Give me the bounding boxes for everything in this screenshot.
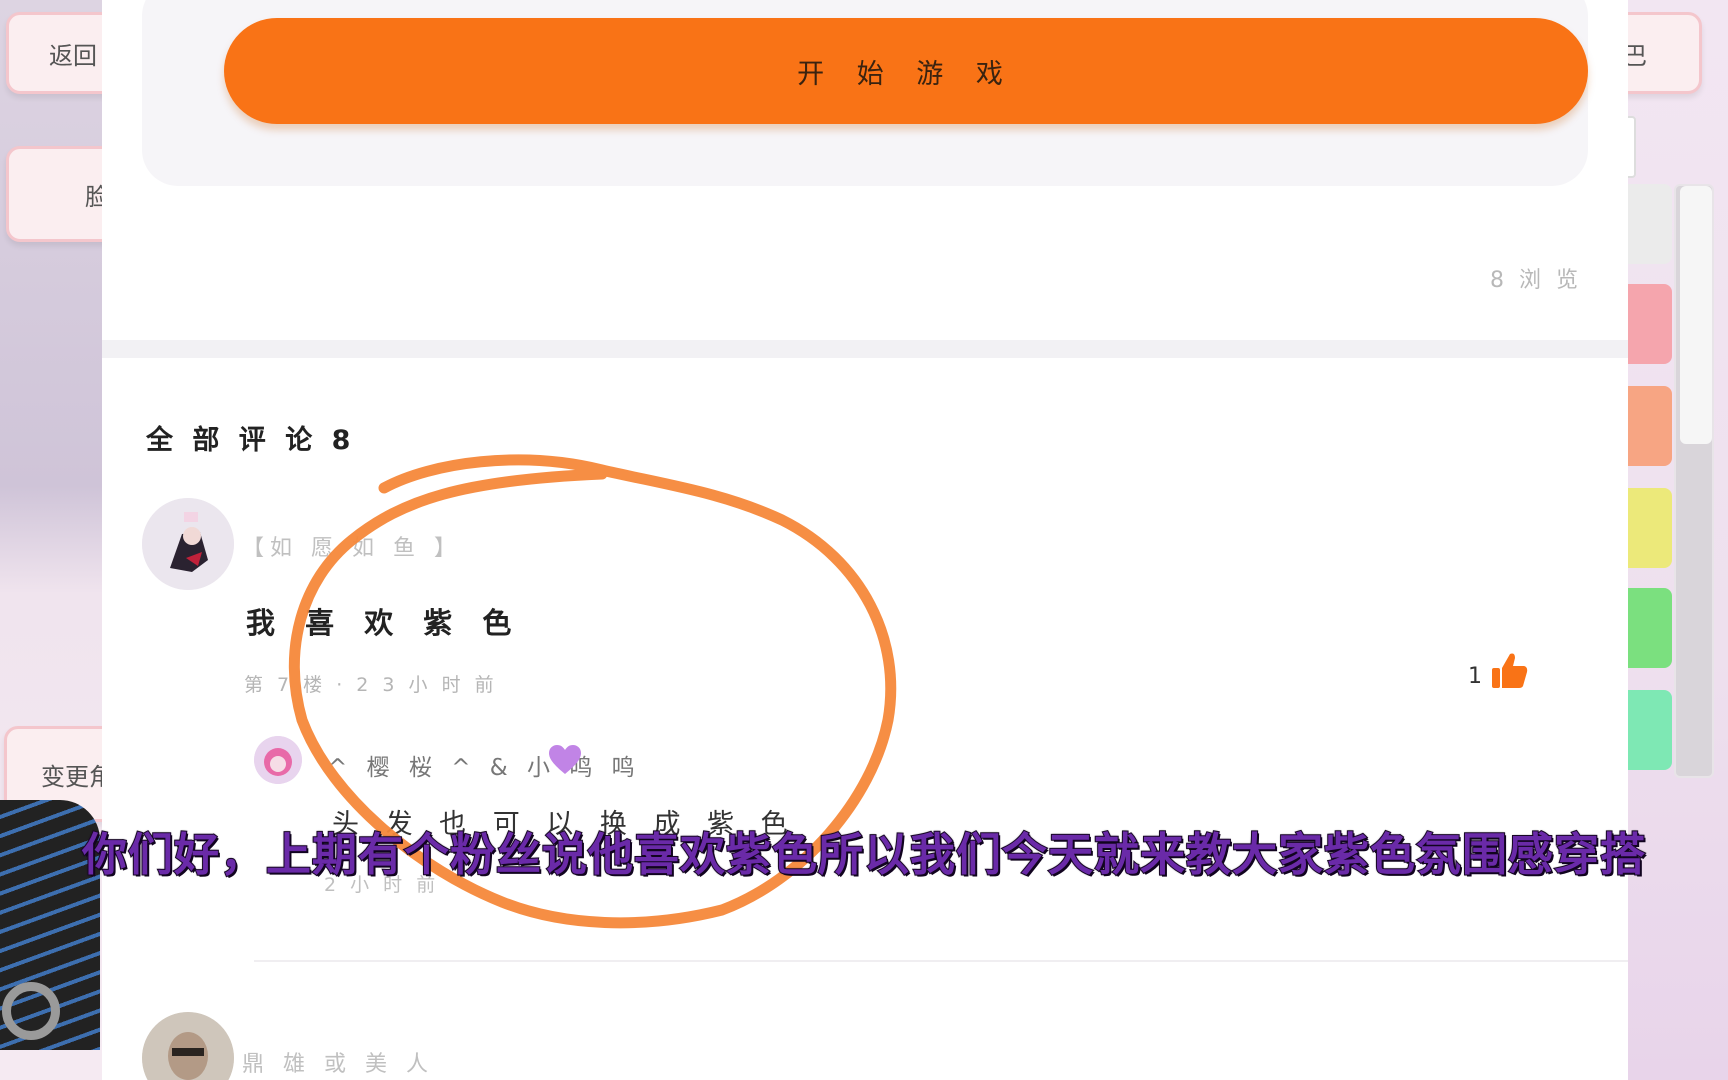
comment-username[interactable]: 【如 愿 如 鱼 】: [242, 530, 462, 562]
reply-avatar[interactable]: [254, 736, 302, 784]
comment-text: 我 喜 欢 紫 色: [246, 606, 522, 640]
comments-header: 全 部 评 论 8: [146, 425, 356, 456]
avatar[interactable]: [142, 1012, 234, 1080]
reply-avatar-icon: [254, 736, 302, 784]
section-divider: [102, 340, 1628, 358]
like-count: 1: [1468, 664, 1482, 689]
video-subtitle: 你们好，上期有个粉丝说他喜欢紫色所以我们今天就来教大家紫色氛围感穿搭: [81, 827, 1646, 882]
comment-divider: [254, 960, 1628, 962]
thumbs-up-icon[interactable]: [1488, 650, 1530, 692]
ring-icon: [2, 982, 60, 1040]
swatch-scroll-thumb[interactable]: [1680, 186, 1712, 444]
comments-panel: 开 始 游 戏 8 浏 览 全 部 评 论 8 【如 愿 如 鱼 】 我 喜 欢…: [102, 0, 1628, 1080]
avatar-photo-icon: [142, 1012, 234, 1080]
comment-meta: 第 7 楼 · 2 3 小 时 前: [244, 674, 498, 696]
purple-heart-icon: [549, 745, 581, 774]
avatar[interactable]: [142, 498, 234, 590]
game-card: 开 始 游 戏: [142, 0, 1588, 186]
start-game-button[interactable]: 开 始 游 戏: [224, 18, 1588, 124]
view-count: 8 浏 览: [1490, 268, 1582, 293]
avatar-character-icon: [142, 498, 234, 590]
reply-username[interactable]: ^ 樱 桜 ^ & 小 鸣 鸣: [328, 748, 641, 782]
comment-username[interactable]: 鼎 雄 或 美 人: [242, 1046, 434, 1078]
back-button-label: 返回: [49, 41, 97, 70]
